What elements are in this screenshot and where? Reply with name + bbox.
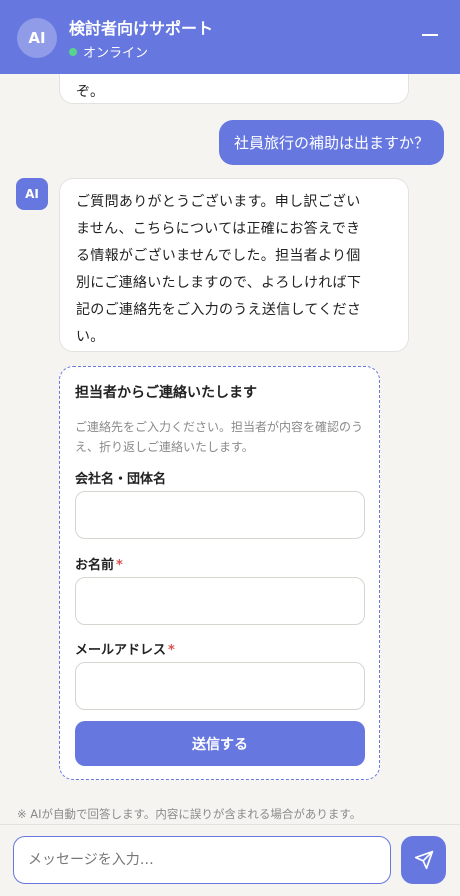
ai-message-line: る情報がございませんでした。担当者より個 [76, 248, 361, 264]
online-status: オンライン [69, 42, 148, 61]
online-status-label: オンライン [83, 46, 149, 61]
contact-form: 担当者からご連絡いたします ご連絡先をご入力ください。担当者が内容を確認のうえ、… [59, 366, 380, 780]
ai-avatar: AI [16, 178, 48, 210]
contact-form-title: 担当者からご連絡いたします [75, 385, 257, 401]
assistant-avatar: AI [17, 18, 57, 58]
ai-message: ご質問ありがとうございます。申し訳ござい ません、こちらについては正確にお答えで… [59, 178, 409, 352]
ai-message-line: 別にご連絡いたしますので、よろしければ下 [76, 275, 362, 291]
ai-message-line: い。 [76, 329, 105, 345]
required-mark: * [116, 558, 123, 573]
send-button[interactable] [401, 836, 446, 884]
email-input[interactable] [75, 662, 365, 710]
chat-thread[interactable]: ぞ。 社員旅行の補助は出ますか？ AI ご質問ありがとうございます。申し訳ござい… [0, 74, 460, 794]
user-message-text: 社員旅行の補助は出ますか？ [233, 134, 429, 152]
message-input[interactable] [13, 836, 391, 884]
chat-header: AI 検討者向けサポート オンライン [0, 0, 460, 74]
online-dot-icon [69, 47, 77, 56]
previous-ai-message: ぞ。 [59, 74, 409, 104]
name-label: お名前 * [75, 554, 123, 573]
user-message: 社員旅行の補助は出ますか？ [218, 120, 444, 165]
composer-divider [0, 824, 460, 825]
chat-title: 検討者向けサポート [69, 19, 214, 38]
company-label: 会社名・団体名 [75, 468, 166, 487]
previous-ai-message-text: ぞ。 [76, 84, 104, 100]
contact-form-description: ご連絡先をご入力ください。担当者が内容を確認のうえ、折り返しご連絡いたします。 [75, 420, 364, 454]
required-mark: * [168, 643, 175, 658]
paper-plane-icon [414, 850, 433, 870]
email-label: メールアドレス * [75, 639, 175, 658]
email-label-text: メールアドレス [75, 643, 167, 658]
submit-button[interactable]: 送信する [75, 721, 365, 766]
company-input[interactable] [75, 491, 365, 539]
minimize-icon[interactable] [422, 34, 438, 36]
company-label-text: 会社名・団体名 [75, 472, 167, 487]
ai-message-line: ご質問ありがとうございます。申し訳ござい [76, 194, 361, 210]
ai-message-line: ません、こちらについては正確にお答えでき [76, 221, 361, 237]
ai-disclaimer: ※ AIが自動で回答します。内容に誤りが含まれる場合があります。 [17, 807, 362, 821]
ai-message-line: 記のご連絡先をご入力のうえ送信してくださ [76, 302, 362, 318]
name-label-text: お名前 [75, 558, 115, 573]
name-input[interactable] [75, 577, 365, 625]
